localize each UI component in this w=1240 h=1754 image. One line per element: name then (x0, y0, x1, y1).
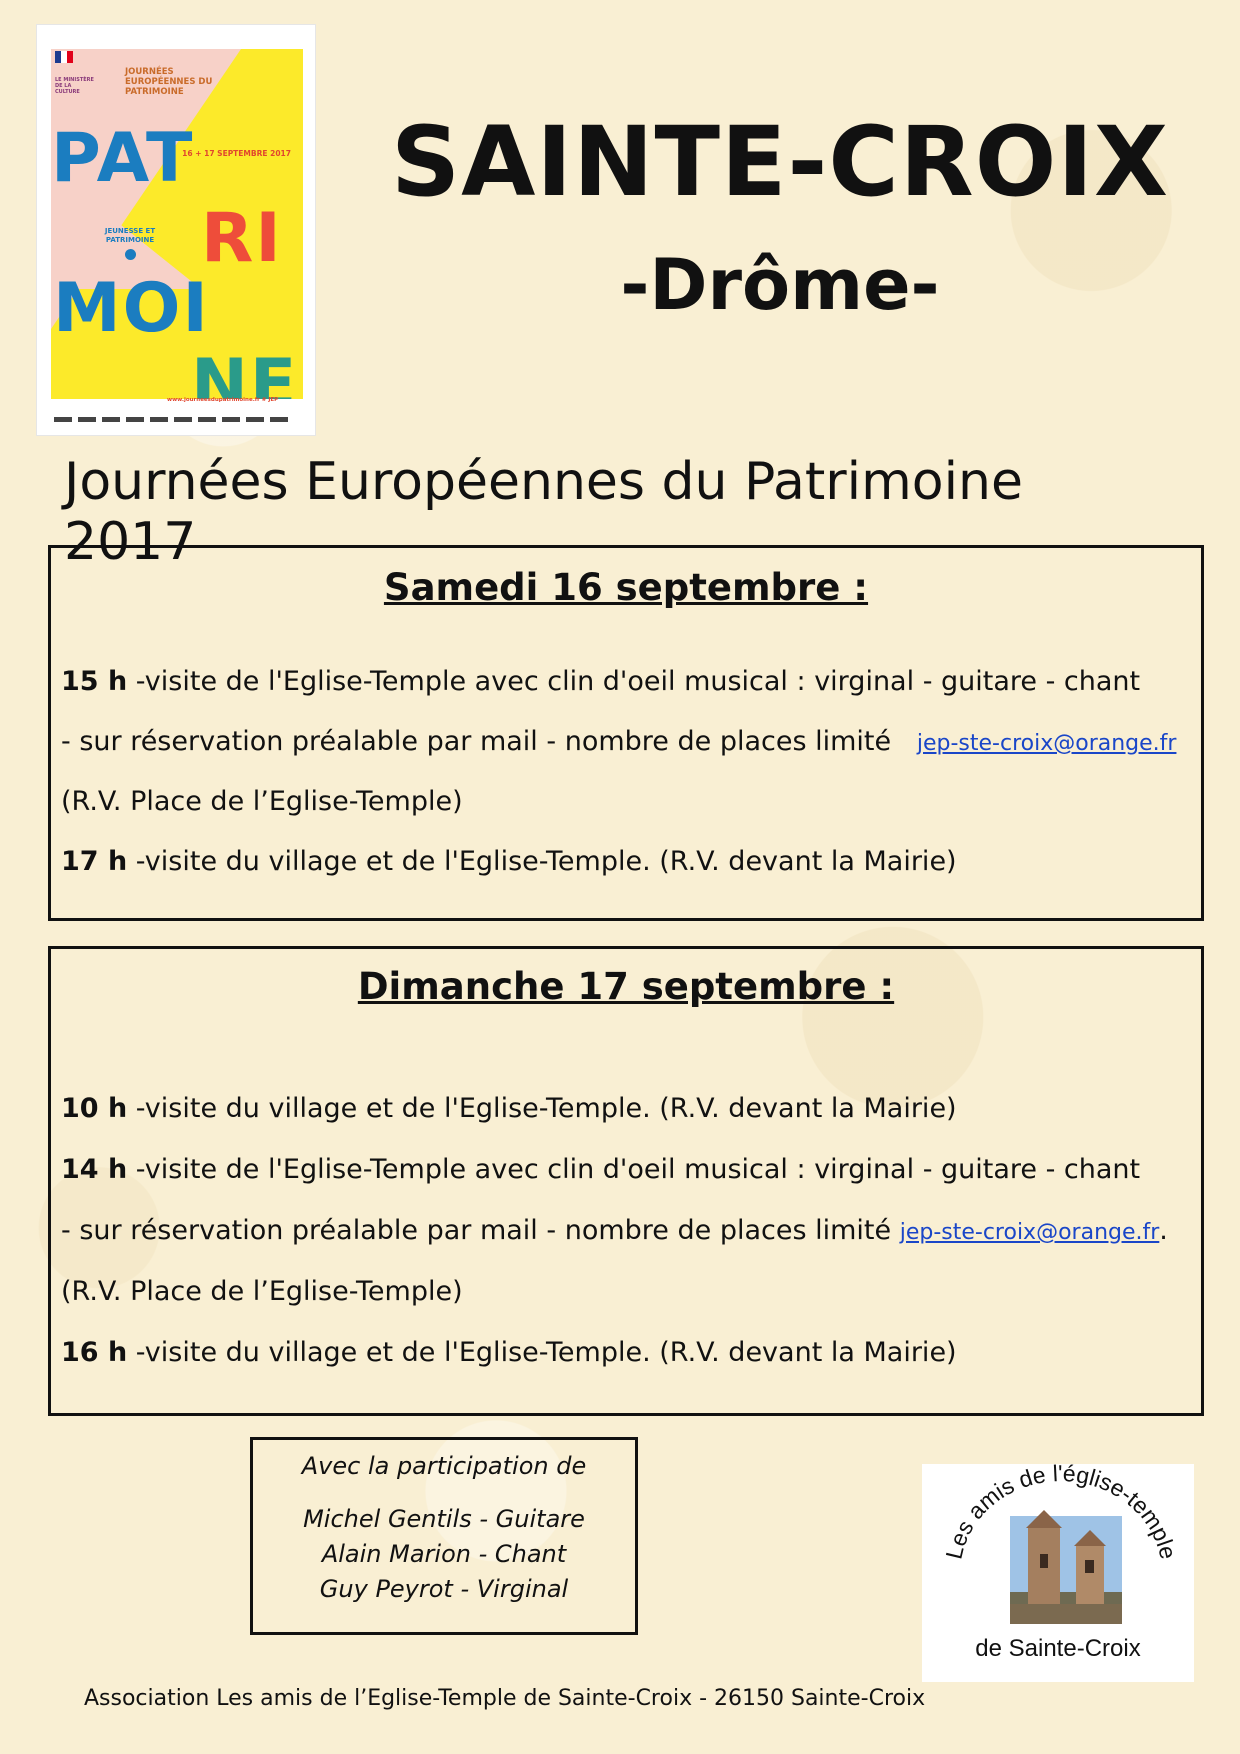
program-time: 16 h (61, 1337, 128, 1368)
email-link[interactable]: jep-ste-croix@orange.fr (917, 731, 1177, 756)
performer-list: Michel Gentils - Guitare Alain Marion - … (253, 1502, 635, 1607)
program-line: 14 h -visite de l'Eglise-Temple avec cli… (61, 1154, 1140, 1185)
poster-word-line: NE (191, 345, 299, 400)
jep-poster-image: LE MINISTÈRE DE LA CULTURE JOURNÉES EURO… (36, 24, 316, 436)
participation-box: Avec la participation de Michel Gentils … (250, 1437, 638, 1635)
program-time: 10 h (61, 1093, 128, 1124)
email-link[interactable]: jep-ste-croix@orange.fr (900, 1220, 1160, 1245)
program-time: 15 h (61, 666, 128, 697)
program-line: (R.V. Place de l’Eglise-Temple) (61, 1276, 463, 1307)
performer-item: Michel Gentils - Guitare (303, 1505, 585, 1533)
program-line: 16 h -visite du village et de l'Eglise-T… (61, 1337, 957, 1368)
poster-sponsor-logos (51, 409, 303, 431)
performer-item: Alain Marion - Chant (321, 1540, 567, 1568)
program-text: -visite du village et de l'Eglise-Temple… (127, 1093, 957, 1124)
poster-word-line: RI (201, 199, 283, 278)
page-title: SAINTE-CROIX (390, 106, 1170, 218)
poster-artwork: LE MINISTÈRE DE LA CULTURE JOURNÉES EURO… (51, 49, 303, 399)
association-logo: Les amis de l'église-temple de Sainte-Cr… (922, 1464, 1194, 1682)
poster-dot (125, 249, 136, 260)
program-text: - sur réservation préalable par mail - n… (61, 1215, 892, 1246)
program-time: 17 h (61, 846, 128, 877)
program-line: - sur réservation préalable par mail - n… (61, 1215, 1168, 1246)
poster-word-line: MOI (53, 269, 210, 348)
poster-url: www.journeesdupatrimoine.fr # JEP (167, 397, 279, 403)
program-line: 15 h -visite de l'Eglise-Temple avec cli… (61, 666, 1140, 697)
program-line: (R.V. Place de l’Eglise-Temple) (61, 786, 463, 817)
saturday-title: Samedi 16 septembre : (383, 566, 869, 609)
program-text: (R.V. Place de l’Eglise-Temple) (61, 786, 463, 817)
poster-header: JOURNÉES EUROPÉENNES DU PATRIMOINE (125, 67, 213, 97)
program-line: - sur réservation préalable par mail - n… (61, 726, 1176, 757)
poster-ministere: LE MINISTÈRE DE LA CULTURE (55, 77, 94, 95)
poster-dates: 16 + 17 SEPTEMBRE 2017 (182, 149, 291, 158)
sunday-title: Dimanche 17 septembre : (357, 965, 895, 1008)
church-photo (1010, 1510, 1122, 1624)
logo-graphic: Les amis de l'église-temple de Sainte-Cr… (940, 1464, 1181, 1662)
footer-address: Association Les amis de l’Eglise-Temple … (84, 1686, 926, 1711)
marianne-logo-icon (55, 51, 73, 63)
saturday-program-box: Samedi 16 septembre : 15 h -visite de l'… (48, 545, 1204, 921)
page-subtitle: -Drôme- (620, 244, 940, 326)
program-text: -visite de l'Eglise-Temple avec clin d'o… (127, 1154, 1141, 1185)
program-text: -visite du village et de l'Eglise-Temple… (127, 846, 957, 877)
program-line: 10 h -visite du village et de l'Eglise-T… (61, 1093, 957, 1124)
sunday-program-box: Dimanche 17 septembre : 10 h -visite du … (48, 946, 1204, 1416)
performer-item: Guy Peyrot - Virginal (319, 1575, 569, 1603)
poster-theme: JEUNESSE ET PATRIMOINE (104, 227, 156, 244)
program-text: -visite de l'Eglise-Temple avec clin d'o… (127, 666, 1141, 697)
participation-intro: Avec la participation de (301, 1452, 587, 1480)
program-text: - sur réservation préalable par mail - n… (61, 726, 892, 757)
program-text: (R.V. Place de l’Eglise-Temple) (61, 1276, 463, 1307)
logo-bottom-text: de Sainte-Croix (975, 1635, 1140, 1662)
program-line: 17 h -visite du village et de l'Eglise-T… (61, 846, 957, 877)
program-text-suffix: . (1159, 1215, 1168, 1246)
poster-word-line: PAT (51, 119, 195, 198)
program-time: 14 h (61, 1154, 128, 1185)
program-text: -visite du village et de l'Eglise-Temple… (127, 1337, 957, 1368)
